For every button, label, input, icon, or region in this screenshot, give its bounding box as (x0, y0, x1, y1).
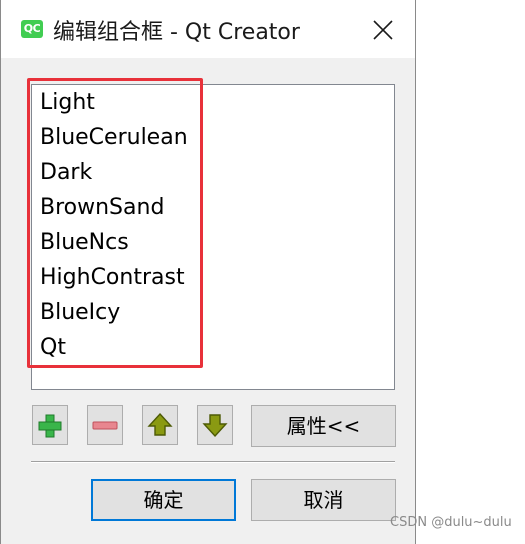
ok-button[interactable]: 确定 (91, 479, 236, 521)
properties-toggle-button[interactable]: 属性<< (251, 405, 396, 447)
close-icon[interactable] (371, 16, 395, 42)
title-bar[interactable]: QC 编辑组合框 - Qt Creator (1, 0, 415, 58)
arrow-up-icon (147, 412, 173, 436)
list-item[interactable]: BlueIcy (40, 296, 120, 330)
separator (31, 461, 395, 463)
arrow-down-icon (202, 414, 228, 438)
list-item[interactable]: BlueNcs (40, 226, 129, 260)
add-item-button[interactable] (32, 405, 68, 445)
list-item[interactable]: BlueCerulean (40, 121, 188, 155)
window-title: 编辑组合框 - Qt Creator (53, 20, 300, 45)
qt-creator-app-icon: QC (21, 20, 43, 38)
items-list[interactable]: Light BlueCerulean Dark BrownSand BlueNc… (31, 84, 395, 390)
minus-icon (92, 421, 118, 430)
plus-icon (38, 414, 62, 438)
list-item[interactable]: BrownSand (40, 191, 164, 225)
watermark: CSDN @dulu~dulu (390, 515, 512, 530)
list-item[interactable]: HighContrast (40, 261, 185, 295)
cancel-button[interactable]: 取消 (251, 479, 396, 521)
remove-item-button[interactable] (87, 405, 123, 445)
move-up-button[interactable] (142, 405, 178, 445)
dialog-window: QC 编辑组合框 - Qt Creator Light BlueCerulean… (0, 0, 416, 544)
list-item[interactable]: Qt (40, 331, 66, 365)
list-item[interactable]: Dark (40, 156, 92, 190)
list-item[interactable]: Light (40, 86, 95, 120)
move-down-button[interactable] (197, 405, 233, 445)
